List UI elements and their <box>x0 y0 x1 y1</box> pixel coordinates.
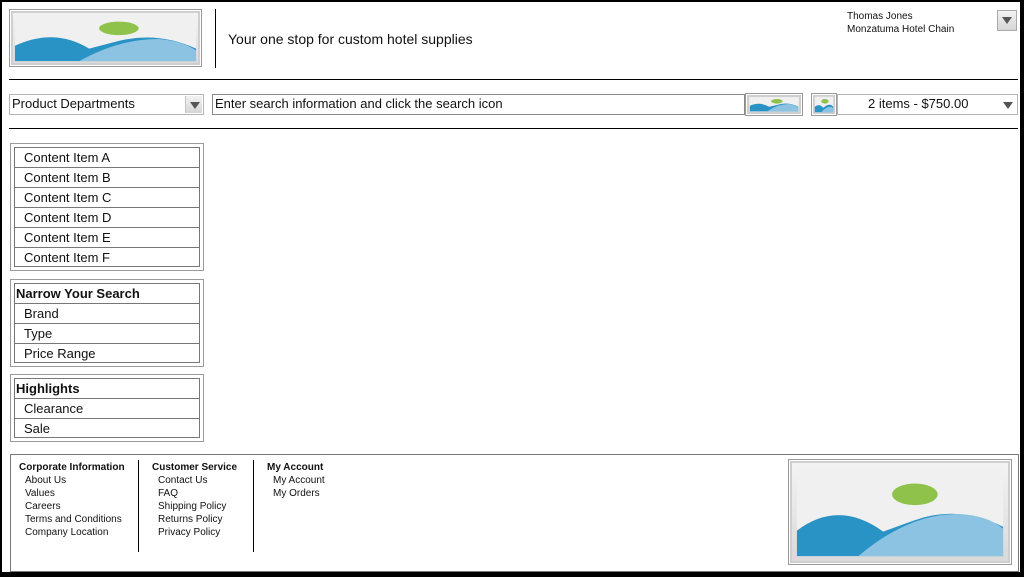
footer-link[interactable]: Returns Policy <box>152 513 237 526</box>
footer-link[interactable]: Privacy Policy <box>152 526 237 539</box>
content-item[interactable]: Content Item D <box>15 208 199 228</box>
footer-link[interactable]: FAQ <box>152 487 237 500</box>
content-items-list: Content Item A Content Item B Content Item… <box>14 147 200 267</box>
cart-icon[interactable] <box>811 93 837 116</box>
user-company: Monzatuma Hotel Chain <box>847 24 955 35</box>
filter-item[interactable]: Price Range <box>15 344 199 364</box>
content-item[interactable]: Content Item C <box>15 188 199 208</box>
chevron-down-icon[interactable] <box>999 96 1016 113</box>
narrow-search-title: Narrow Your Search <box>15 284 199 304</box>
highlights-list: Highlights Clearance Sale <box>14 378 200 438</box>
departments-dropdown[interactable]: Product Departments <box>9 94 204 115</box>
footer-column-title: Corporate Information <box>19 462 125 473</box>
content-items-panel: Content Item A Content Item B Content Item… <box>10 143 204 271</box>
content-item[interactable]: Content Item F <box>15 248 199 268</box>
footer-column-title: My Account <box>267 462 324 473</box>
footer-divider <box>253 460 254 552</box>
user-menu-dropdown[interactable] <box>997 10 1017 31</box>
toolbar-rule <box>9 128 1018 129</box>
highlights-panel: Highlights Clearance Sale <box>10 374 204 442</box>
footer-link[interactable]: Shipping Policy <box>152 500 237 513</box>
header-divider <box>215 9 216 68</box>
narrow-search-panel: Narrow Your Search Brand Type Price Range <box>10 279 204 367</box>
footer-my-account: My Account My Account My Orders <box>267 461 325 500</box>
highlights-title: Highlights <box>15 379 199 399</box>
tagline: Your one stop for custom hotel supplies <box>228 31 473 47</box>
filter-item[interactable]: Type <box>15 324 199 344</box>
footer-link[interactable]: About Us <box>19 474 125 487</box>
footer-column-title: Customer Service <box>152 462 238 473</box>
logo-image[interactable] <box>9 9 202 67</box>
footer-link[interactable]: Careers <box>19 500 125 513</box>
highlight-item[interactable]: Clearance <box>15 399 199 419</box>
narrow-search-list: Narrow Your Search Brand Type Price Range <box>14 283 200 363</box>
filter-item[interactable]: Brand <box>15 304 199 324</box>
search-input[interactable]: Enter search information and click the s… <box>212 94 745 115</box>
chevron-down-icon[interactable] <box>185 96 202 113</box>
header-rule <box>9 79 1018 80</box>
search-icon[interactable] <box>745 93 803 116</box>
search-text: Enter search information and click the s… <box>215 96 503 111</box>
footer: Corporate Information About Us Values Caree… <box>10 454 1019 572</box>
cart-dropdown[interactable]: 2 items - $750.00 <box>837 94 1018 115</box>
content-item[interactable]: Content Item A <box>15 148 199 168</box>
departments-label: Product Departments <box>12 96 135 111</box>
footer-customer-service: Customer Service Contact Us FAQ Shipping Po… <box>152 461 237 539</box>
page: Your one stop for custom hotel supplies … <box>1 1 1021 573</box>
content-item[interactable]: Content Item B <box>15 168 199 188</box>
footer-corporate: Corporate Information About Us Values Caree… <box>19 461 125 539</box>
content-item[interactable]: Content Item E <box>15 228 199 248</box>
footer-link[interactable]: My Account <box>267 474 325 487</box>
footer-link[interactable]: Values <box>19 487 125 500</box>
footer-link[interactable]: My Orders <box>267 487 325 500</box>
footer-image <box>788 459 1012 565</box>
highlight-item[interactable]: Sale <box>15 419 199 439</box>
footer-link[interactable]: Company Location <box>19 526 125 539</box>
footer-link[interactable]: Contact Us <box>152 474 237 487</box>
user-name: Thomas Jones <box>847 11 913 22</box>
footer-divider <box>138 460 139 552</box>
footer-link[interactable]: Terms and Conditions <box>19 513 125 526</box>
user-info: Thomas Jones Monzatuma Hotel Chain <box>847 10 954 36</box>
cart-summary: 2 items - $750.00 <box>868 96 969 111</box>
